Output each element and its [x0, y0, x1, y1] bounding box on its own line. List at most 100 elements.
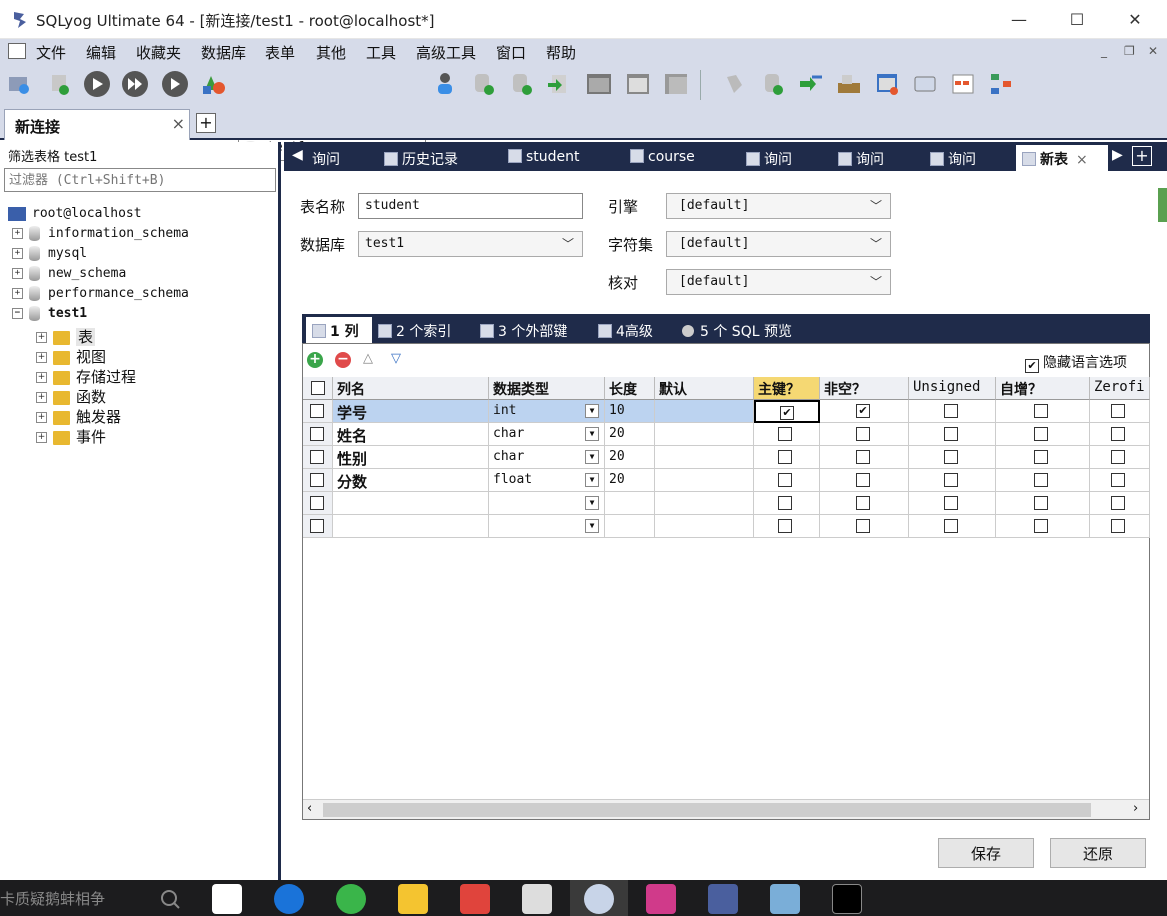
- tab-course[interactable]: course: [630, 145, 695, 171]
- row-select-cell[interactable]: [303, 469, 333, 492]
- app-menu-icon[interactable]: [8, 43, 26, 59]
- checkbox[interactable]: [778, 473, 792, 487]
- menu-help[interactable]: 帮助: [546, 42, 576, 63]
- close-icon[interactable]: ×: [172, 114, 185, 133]
- row-select-cell[interactable]: [303, 446, 333, 469]
- checkbox[interactable]: [856, 450, 870, 464]
- execute-all-icon[interactable]: [120, 69, 150, 99]
- chevron-down-icon[interactable]: ▼: [585, 496, 599, 510]
- flag-cell[interactable]: [754, 423, 820, 446]
- chevron-down-icon[interactable]: ▼: [585, 519, 599, 533]
- compare-icon[interactable]: [796, 69, 826, 99]
- schema-tree-icon[interactable]: [986, 69, 1016, 99]
- mdi-restore-button[interactable]: ❐: [1124, 44, 1135, 58]
- tree-folder-tables[interactable]: + 表: [36, 326, 96, 347]
- expand-icon[interactable]: +: [12, 288, 23, 299]
- flag-cell[interactable]: [996, 469, 1090, 492]
- chevron-down-icon[interactable]: ▼: [585, 450, 599, 464]
- row-select-cell[interactable]: [303, 400, 333, 423]
- checkbox[interactable]: [856, 519, 870, 533]
- engine-select[interactable]: [default] ﹀: [666, 193, 891, 219]
- checkbox[interactable]: [944, 473, 958, 487]
- game-controller-icon[interactable]: [522, 884, 552, 914]
- remove-column-icon[interactable]: −: [335, 352, 351, 368]
- checkbox[interactable]: [1034, 473, 1048, 487]
- default-cell[interactable]: [655, 469, 754, 492]
- schema-designer-icon[interactable]: [198, 69, 228, 99]
- row-select-cell[interactable]: [303, 423, 333, 446]
- expand-icon[interactable]: +: [36, 332, 47, 343]
- checkbox[interactable]: [310, 496, 324, 510]
- mdi-close-button[interactable]: ✕: [1148, 44, 1158, 58]
- backup-icon[interactable]: [468, 69, 498, 99]
- default-cell[interactable]: [655, 492, 754, 515]
- flag-cell[interactable]: [996, 492, 1090, 515]
- flag-cell[interactable]: [996, 423, 1090, 446]
- tab-columns[interactable]: 1 列: [306, 317, 372, 343]
- flag-cell[interactable]: [909, 469, 996, 492]
- expand-icon[interactable]: +: [36, 432, 47, 443]
- expand-icon[interactable]: +: [36, 412, 47, 423]
- tree-folder-functions[interactable]: + 函数: [36, 386, 106, 407]
- checkbox[interactable]: [778, 450, 792, 464]
- table-copy-icon[interactable]: [662, 69, 692, 99]
- checkbox-checked[interactable]: ✔: [856, 404, 870, 418]
- move-up-icon[interactable]: △: [363, 351, 373, 366]
- tab-advanced[interactable]: 4高级: [598, 317, 653, 343]
- flag-cell[interactable]: [909, 423, 996, 446]
- column-name-cell[interactable]: [333, 492, 489, 515]
- browser-icon[interactable]: [336, 884, 366, 914]
- tab-history[interactable]: 历史记录: [384, 145, 458, 171]
- checkbox[interactable]: [944, 404, 958, 418]
- checkbox[interactable]: [310, 427, 324, 441]
- notepad-icon[interactable]: [770, 884, 800, 914]
- close-button[interactable]: ✕: [1120, 6, 1150, 34]
- flag-cell[interactable]: [1090, 446, 1150, 469]
- flag-cell[interactable]: [909, 446, 996, 469]
- checkbox[interactable]: [310, 450, 324, 464]
- flag-cell[interactable]: [754, 515, 820, 538]
- expand-icon[interactable]: +: [36, 372, 47, 383]
- grid-view-icon[interactable]: [948, 69, 978, 99]
- tab-scroll-right-icon[interactable]: ▶: [1112, 147, 1123, 163]
- menu-edit[interactable]: 编辑: [86, 42, 116, 63]
- default-cell[interactable]: [655, 423, 754, 446]
- flag-cell[interactable]: ✔: [754, 400, 820, 423]
- checkbox[interactable]: [1034, 519, 1048, 533]
- collation-select[interactable]: [default] ﹀: [666, 269, 891, 295]
- tree-folder-triggers[interactable]: + 触发器: [36, 406, 121, 427]
- collapse-icon[interactable]: −: [12, 308, 23, 319]
- flag-cell[interactable]: [996, 515, 1090, 538]
- data-type-cell[interactable]: char ▼: [489, 446, 605, 469]
- checkbox[interactable]: [856, 496, 870, 510]
- table-name-input[interactable]: student: [358, 193, 583, 219]
- new-connection-icon[interactable]: [4, 69, 34, 99]
- checkbox[interactable]: [944, 519, 958, 533]
- menu-tools[interactable]: 工具: [366, 42, 396, 63]
- taskbar-search-box[interactable]: 卡质疑鹅蚌相争: [0, 888, 105, 909]
- menu-file[interactable]: 文件: [36, 42, 66, 63]
- sync-icon[interactable]: [758, 69, 788, 99]
- app-icon[interactable]: [460, 884, 490, 914]
- checkbox[interactable]: [1034, 496, 1048, 510]
- tab-scroll-left-icon[interactable]: ◀: [292, 147, 303, 163]
- column-name-cell[interactable]: 性别: [333, 446, 489, 469]
- checkbox[interactable]: [944, 496, 958, 510]
- checkbox[interactable]: [1111, 519, 1125, 533]
- length-cell[interactable]: [605, 515, 655, 538]
- tree-folder-views[interactable]: + 视图: [36, 346, 106, 367]
- chat-icon[interactable]: [584, 884, 614, 914]
- data-type-cell[interactable]: char ▼: [489, 423, 605, 446]
- tab-sql-preview[interactable]: 5 个 SQL 预览: [682, 317, 792, 343]
- checkbox[interactable]: [1111, 427, 1125, 441]
- flag-cell[interactable]: [909, 515, 996, 538]
- chevron-down-icon[interactable]: ▼: [585, 404, 599, 418]
- tree-db-performance-schema[interactable]: + performance_schema: [12, 286, 189, 301]
- tree-db-test1[interactable]: − test1: [12, 306, 87, 321]
- scrollbar-thumb[interactable]: [323, 803, 1091, 817]
- flag-cell[interactable]: [1090, 423, 1150, 446]
- minimize-button[interactable]: —: [1004, 6, 1034, 34]
- length-cell[interactable]: 20: [605, 446, 655, 469]
- tab-new-table[interactable]: 新表 ×: [1016, 145, 1108, 171]
- checkbox-checked[interactable]: ✔: [780, 406, 794, 420]
